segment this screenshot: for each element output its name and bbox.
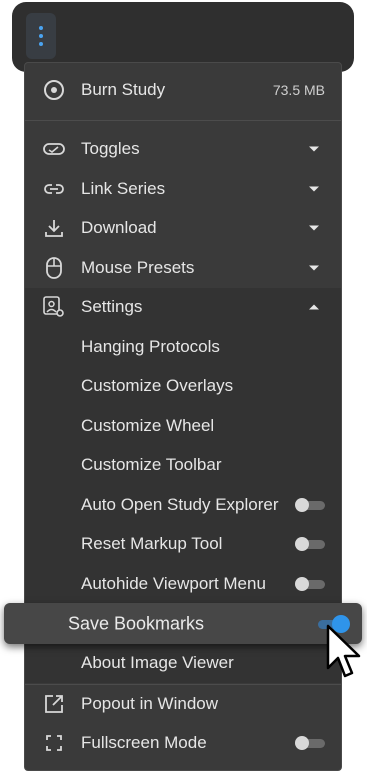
about-image-viewer-label: About Image Viewer: [81, 653, 234, 672]
auto-open-study-explorer-label: Auto Open Study Explorer: [81, 495, 279, 514]
customize-overlays-item[interactable]: Customize Overlays: [25, 366, 341, 406]
customize-wheel-label: Customize Wheel: [81, 416, 215, 435]
mouse-icon: [43, 257, 65, 279]
settings-icon: [43, 296, 65, 318]
save-bookmarks-label: Save Bookmarks: [68, 613, 205, 633]
reset-markup-tool-label: Reset Markup Tool: [81, 534, 223, 553]
chevron-down-icon: [309, 146, 319, 152]
fullscreen-toggle[interactable]: [295, 736, 325, 750]
hanging-protocols-label: Hanging Protocols: [81, 337, 220, 356]
link-series-label: Link Series: [81, 179, 166, 198]
customize-toolbar-label: Customize Toolbar: [81, 455, 222, 474]
link-series-item[interactable]: Link Series: [25, 169, 341, 209]
reset-markup-tool-item[interactable]: Reset Markup Tool: [25, 524, 341, 564]
chevron-down-icon: [309, 186, 319, 192]
customize-toolbar-item[interactable]: Customize Toolbar: [25, 445, 341, 485]
fullscreen-icon: [43, 732, 65, 754]
save-bookmarks-item[interactable]: Save Bookmarks: [4, 603, 362, 644]
mouse-presets-item[interactable]: Mouse Presets: [25, 248, 341, 288]
customize-wheel-item[interactable]: Customize Wheel: [25, 406, 341, 446]
burn-study-item[interactable]: Burn Study 73.5 MB: [25, 70, 341, 110]
autohide-viewport-menu-item[interactable]: Autohide Viewport Menu: [25, 564, 341, 604]
customize-overlays-label: Customize Overlays: [81, 376, 234, 395]
download-item[interactable]: Download: [25, 208, 341, 248]
fullscreen-mode-item[interactable]: Fullscreen Mode: [25, 723, 341, 763]
mouse-cursor-icon: [325, 624, 365, 682]
fullscreen-mode-label: Fullscreen Mode: [81, 733, 207, 752]
burn-study-size: 73.5 MB: [272, 82, 325, 98]
auto-open-study-explorer-item[interactable]: Auto Open Study Explorer: [25, 485, 341, 525]
download-icon: [43, 217, 65, 239]
kebab-vertical-icon: [39, 26, 43, 46]
hanging-protocols-item[interactable]: Hanging Protocols: [25, 327, 341, 367]
mouse-presets-label: Mouse Presets: [81, 258, 195, 277]
chevron-up-icon: [309, 304, 319, 310]
more-options-button[interactable]: [26, 13, 56, 59]
download-label: Download: [81, 218, 157, 237]
toggles-item[interactable]: Toggles: [25, 129, 341, 169]
popout-in-window-label: Popout in Window: [81, 694, 219, 713]
disc-icon: [43, 79, 65, 101]
autohide-viewport-menu-label: Autohide Viewport Menu: [81, 574, 266, 593]
settings-item[interactable]: Settings: [25, 287, 341, 327]
popout-in-window-item[interactable]: Popout in Window: [25, 684, 341, 724]
toggle-icon: [43, 138, 65, 160]
burn-study-label: Burn Study: [81, 80, 166, 99]
chevron-down-icon: [309, 225, 319, 231]
auto-open-toggle[interactable]: [295, 498, 325, 512]
autohide-toggle[interactable]: [295, 577, 325, 591]
settings-label: Settings: [81, 297, 143, 316]
chevron-down-icon: [309, 265, 319, 271]
toggles-label: Toggles: [81, 139, 140, 158]
about-image-viewer-item[interactable]: About Image Viewer: [25, 643, 341, 683]
reset-markup-toggle[interactable]: [295, 537, 325, 551]
options-menu: Burn Study 73.5 MB Toggles Link Series D…: [24, 62, 342, 771]
link-icon: [43, 178, 65, 200]
popout-icon: [43, 693, 65, 715]
divider: [25, 120, 341, 121]
